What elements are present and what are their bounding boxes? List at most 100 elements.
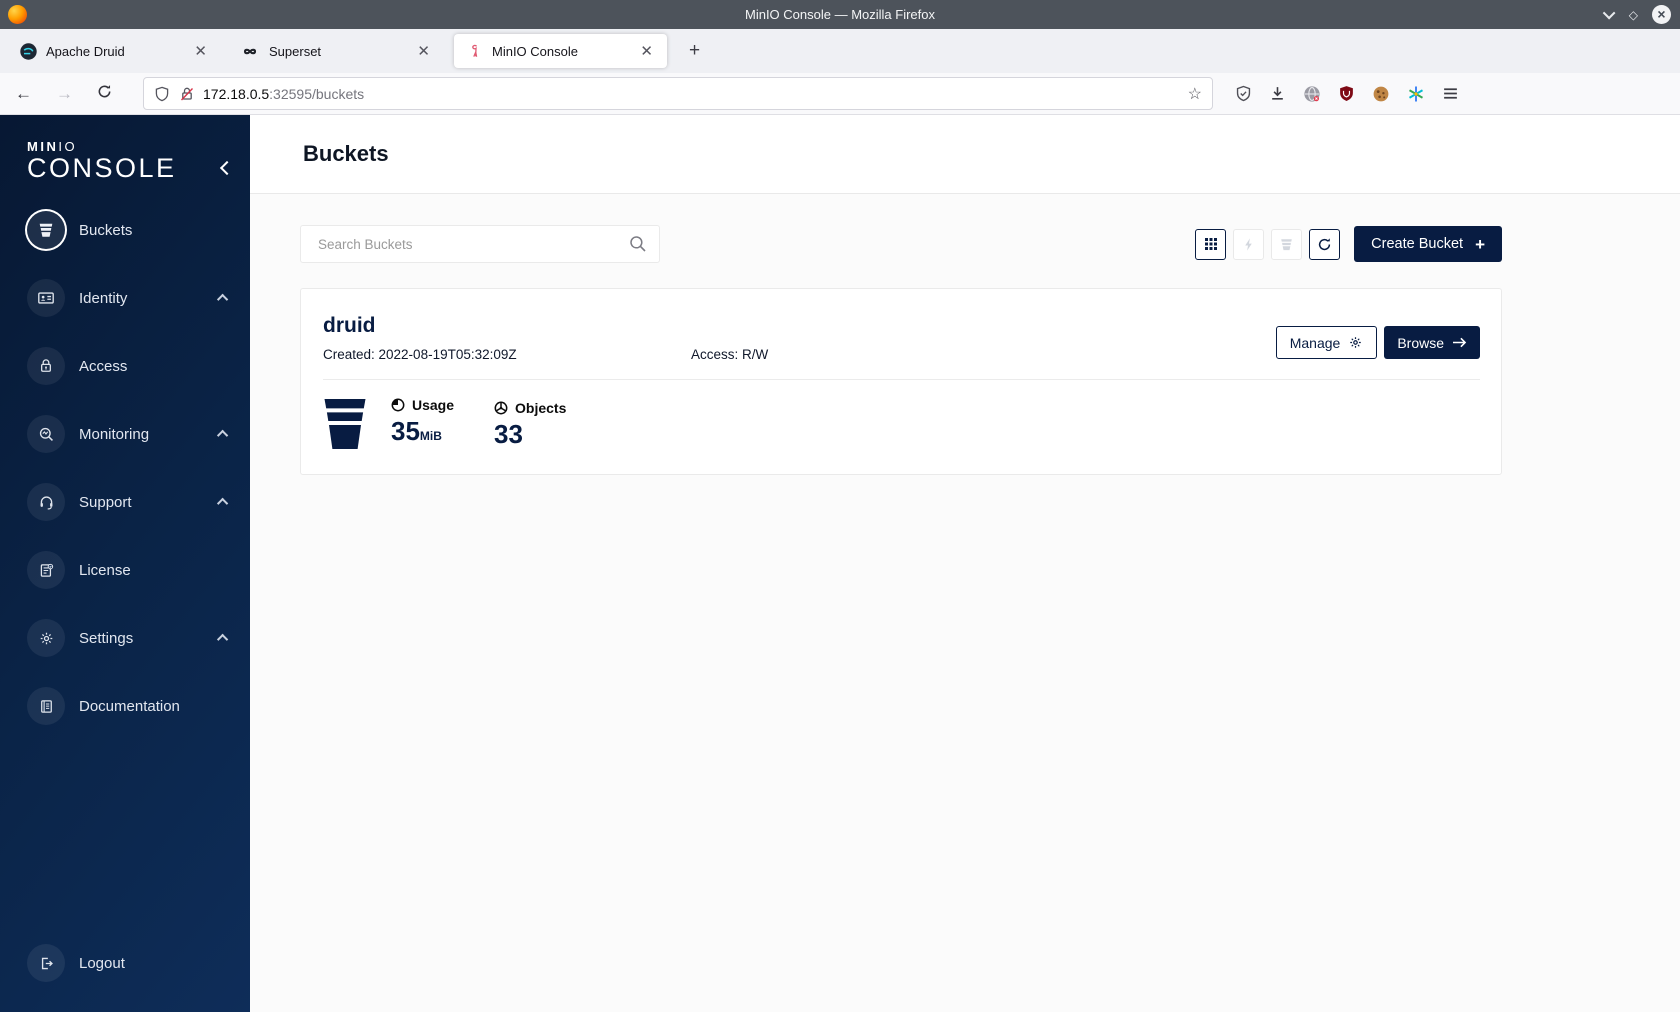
manage-button[interactable]: Manage — [1275, 326, 1378, 359]
sidebar: MINIO CONSOLE Buckets Identity Access Mo… — [0, 115, 250, 1012]
usage-value: 35 — [391, 416, 420, 446]
chevron-up-icon — [216, 497, 229, 510]
objects-value: 33 — [494, 418, 523, 449]
tab-apache-druid[interactable]: Apache Druid ✕ — [8, 34, 221, 68]
chevron-up-icon — [216, 633, 229, 646]
refresh-buckets-button[interactable] — [1309, 228, 1341, 260]
objects-metric: Objects 33 — [494, 400, 566, 448]
manage-label: Manage — [1289, 334, 1341, 351]
usage-pie-icon — [391, 398, 405, 412]
usage-unit: MiB — [419, 429, 442, 443]
tab-close-icon[interactable]: ✕ — [413, 42, 434, 61]
downloads-icon[interactable] — [1269, 85, 1286, 102]
sidebar-item-license[interactable]: License — [0, 550, 250, 590]
tab-superset[interactable]: Superset ✕ — [231, 34, 444, 68]
multi-account-snowflake-icon[interactable] — [1407, 85, 1425, 103]
superset-favicon-icon — [243, 48, 257, 54]
search-icon — [630, 236, 646, 252]
gear-icon — [1350, 337, 1362, 348]
tab-close-icon[interactable]: ✕ — [636, 42, 657, 61]
menu-hamburger-icon[interactable] — [1442, 85, 1459, 102]
grid-view-icon — [1204, 238, 1217, 250]
monitoring-search-icon — [27, 415, 65, 453]
url-host: 172.18.0.5 — [203, 85, 270, 102]
chevron-up-icon — [216, 429, 229, 442]
delete-buckets-button[interactable] — [1271, 228, 1303, 260]
new-tab-button[interactable]: + — [681, 38, 708, 64]
create-bucket-button[interactable]: Create Bucket + — [1354, 226, 1502, 262]
window-minimize-icon[interactable] — [1602, 6, 1616, 20]
cookie-extension-icon[interactable] — [1372, 85, 1390, 103]
tab-minio-console[interactable]: MinIO Console ✕ — [454, 34, 667, 68]
reload-button[interactable] — [88, 80, 121, 108]
tab-strip: Apache Druid ✕ Superset ✕ MinIO Console … — [0, 29, 1680, 73]
window-titlebar: MinIO Console — Mozilla Firefox ◇ × — [0, 0, 1680, 29]
window-close-button[interactable]: × — [1652, 5, 1671, 24]
sidebar-item-access[interactable]: Access — [0, 346, 250, 386]
account-containers-icon[interactable] — [1235, 85, 1252, 102]
bucket-icon — [27, 211, 65, 249]
sidebar-item-buckets[interactable]: Buckets — [0, 210, 250, 250]
window-maximize-icon[interactable]: ◇ — [1629, 9, 1638, 21]
sidebar-item-support[interactable]: Support — [0, 482, 250, 522]
gear-icon — [27, 619, 65, 657]
logo-io: IO — [58, 139, 78, 154]
browse-button[interactable]: Browse — [1384, 326, 1480, 359]
sidebar-item-monitoring[interactable]: Monitoring — [0, 414, 250, 454]
main-content: Buckets Search Buckets Create Bucket + d… — [250, 115, 1680, 1012]
plus-icon: + — [1475, 234, 1485, 254]
url-text: 172.18.0.5:32595/buckets — [203, 86, 364, 102]
documentation-book-icon — [27, 687, 65, 725]
sidebar-collapse-icon[interactable] — [219, 160, 235, 176]
forward-button[interactable]: → — [47, 80, 82, 108]
usage-metric: Usage 35MiB — [391, 397, 454, 450]
search-buckets-input[interactable] — [300, 225, 660, 263]
sidebar-item-documentation[interactable]: Documentation — [0, 686, 250, 726]
replication-button[interactable] — [1233, 228, 1265, 260]
bookmark-star-icon[interactable]: ☆ — [1188, 84, 1202, 104]
minio-console-logo: MINIO CONSOLE — [27, 139, 177, 183]
druid-favicon-icon — [20, 42, 37, 60]
sidebar-item-label: Buckets — [79, 221, 133, 239]
support-headset-icon — [27, 483, 65, 521]
refresh-icon — [1319, 237, 1331, 250]
sidebar-item-settings[interactable]: Settings — [0, 618, 250, 658]
window-title: MinIO Console — Mozilla Firefox — [745, 7, 935, 22]
tab-close-icon[interactable]: ✕ — [190, 42, 211, 61]
logout-icon — [27, 944, 65, 982]
back-button[interactable]: ← — [6, 80, 41, 108]
page-header: Buckets — [250, 115, 1680, 194]
proxy-extension-icon[interactable] — [1303, 85, 1321, 103]
ublock-origin-icon[interactable] — [1338, 85, 1355, 102]
sidebar-item-label: Identity — [79, 289, 128, 307]
url-path: :32595/buckets — [269, 85, 365, 102]
bucket-small-icon — [1281, 238, 1292, 250]
bucket-card: druid Created: 2022-08-19T05:32:09Z Acce… — [300, 288, 1502, 475]
sidebar-item-label: Settings — [79, 629, 134, 647]
sidebar-item-logout[interactable]: Logout — [0, 943, 250, 983]
tab-title: Superset — [269, 43, 322, 59]
insecure-lock-icon[interactable] — [179, 86, 195, 102]
objects-label: Objects — [515, 399, 567, 416]
bucket-large-icon — [324, 398, 366, 449]
sidebar-item-label: Access — [79, 357, 128, 375]
sidebar-item-label: Support — [79, 493, 132, 511]
bucket-access: Access: R/W — [691, 347, 769, 362]
bucket-name[interactable]: druid — [323, 314, 768, 338]
url-bar[interactable]: 172.18.0.5:32595/buckets ☆ — [143, 77, 1213, 110]
tab-title: Apache Druid — [46, 43, 125, 59]
sidebar-item-label: Monitoring — [79, 425, 150, 443]
tracking-shield-icon[interactable] — [154, 86, 170, 102]
browse-label: Browse — [1397, 334, 1444, 351]
list-view-toggle-button[interactable] — [1195, 228, 1227, 260]
logo-min: MIN — [27, 139, 59, 154]
lock-icon — [27, 347, 65, 385]
navigation-toolbar: ← → 172.18.0.5:32595/buckets ☆ — [0, 73, 1680, 115]
minio-favicon-icon — [472, 44, 478, 57]
chevron-up-icon — [216, 293, 229, 306]
firefox-window: MinIO Console — Mozilla Firefox ◇ × Apac… — [0, 0, 1680, 1012]
identity-card-icon — [27, 279, 65, 317]
sidebar-item-identity[interactable]: Identity — [0, 278, 250, 318]
sidebar-item-label: Logout — [79, 954, 125, 972]
sidebar-item-label: Documentation — [79, 697, 180, 715]
